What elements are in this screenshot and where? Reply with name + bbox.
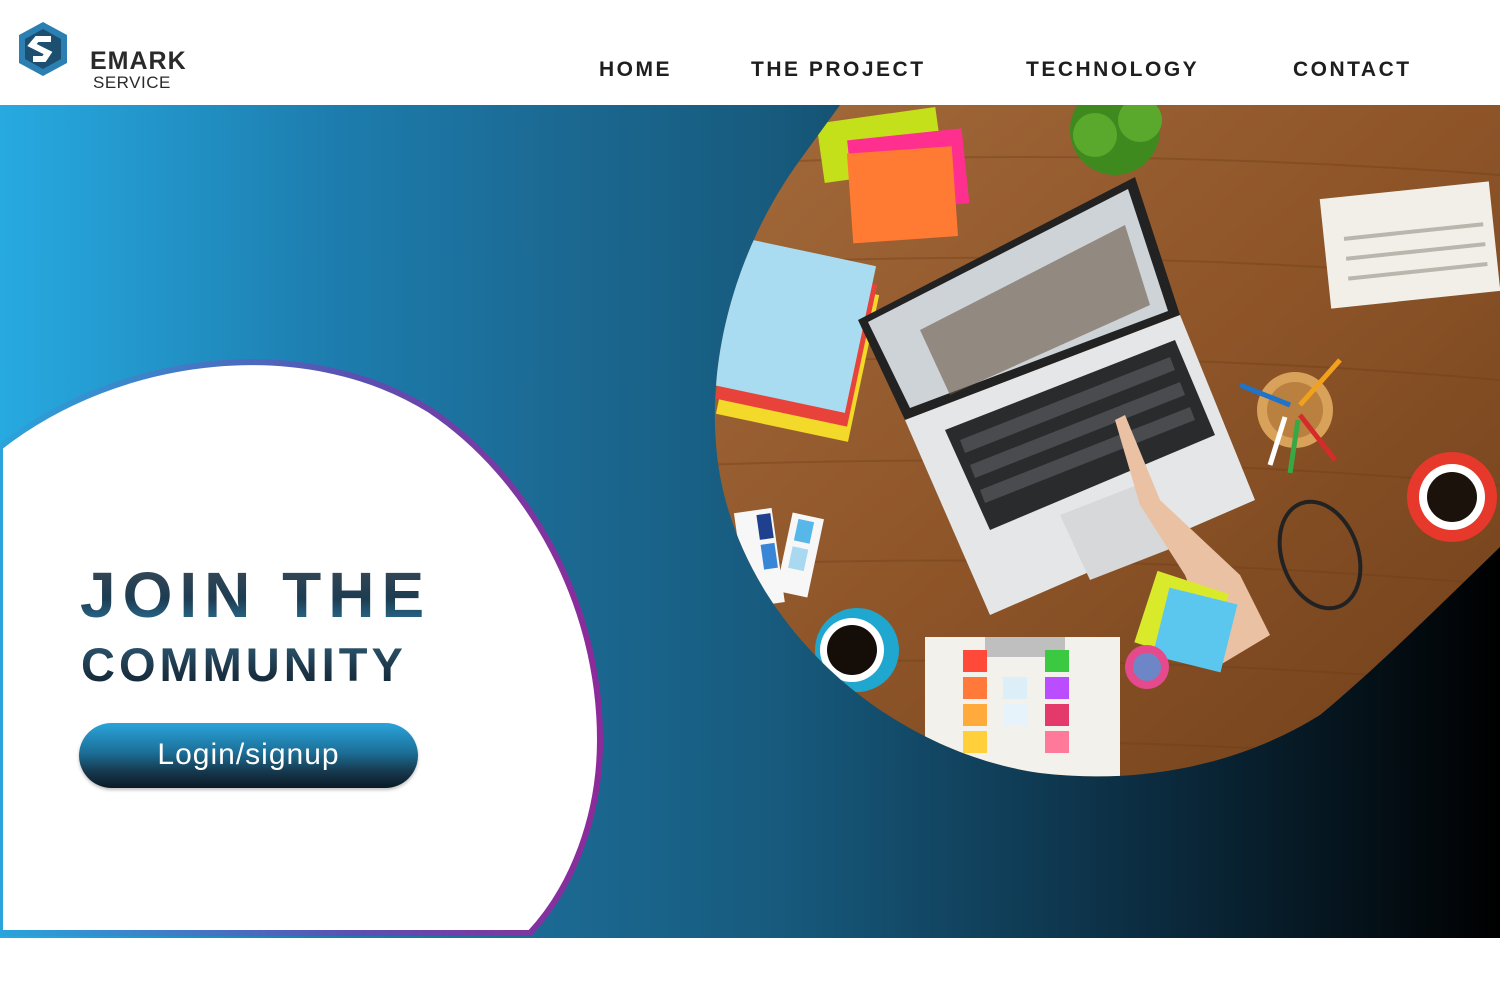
logo-hexagon-icon — [19, 22, 67, 76]
site-header: EMARK SERVICE HOME THE PROJECT TECHNOLOG… — [0, 0, 1500, 105]
brand-name: EMARK — [90, 47, 187, 75]
nav-link-home[interactable]: HOME — [599, 58, 672, 82]
nav-link-technology[interactable]: TECHNOLOGY — [1026, 58, 1199, 82]
hero-graphics — [0, 105, 1500, 936]
brand-tagline: SERVICE — [93, 73, 171, 92]
desk-photo — [714, 105, 1500, 777]
nav-link-contact[interactable]: CONTACT — [1293, 58, 1412, 82]
hero-title-line-2: COMMUNITY — [81, 638, 407, 691]
hero-banner: JOIN THE COMMUNITY Login/signup — [0, 105, 1500, 938]
nav-link-the-project[interactable]: THE PROJECT — [751, 58, 926, 82]
login-signup-button[interactable]: Login/signup — [79, 723, 418, 788]
brand-logo[interactable]: EMARK SERVICE — [16, 20, 216, 92]
hero-title-line-1: JOIN THE — [80, 559, 432, 631]
